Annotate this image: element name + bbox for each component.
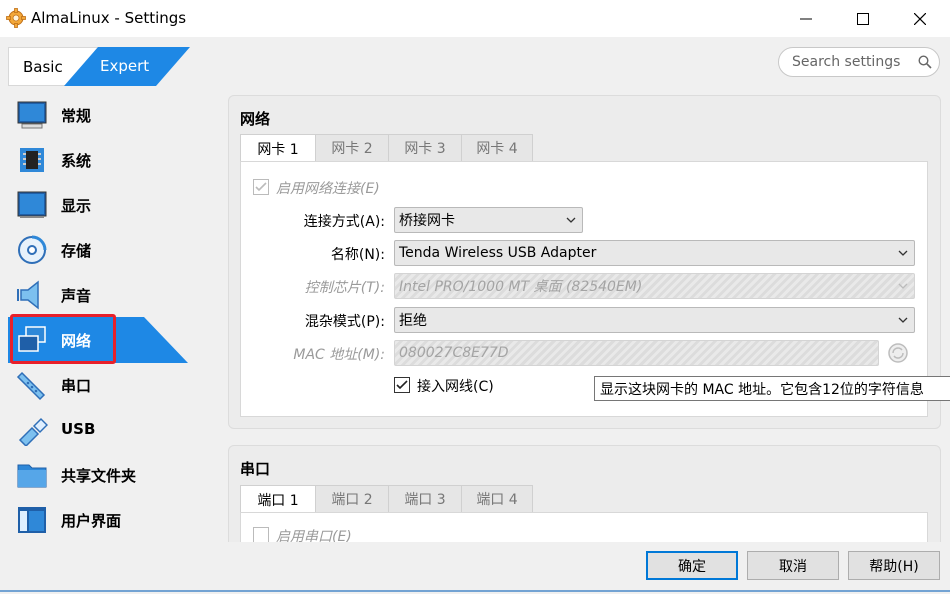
enable-serial-label: 启用串口(E) (276, 529, 352, 542)
sidebar-item-label: 网络 (61, 332, 92, 350)
sidebar-item-network[interactable]: 网络 (8, 314, 193, 364)
sidebar-item-audio[interactable]: 声音 (8, 272, 193, 317)
tab-port-3[interactable]: 端口 3 (388, 485, 462, 512)
search-icon (918, 55, 932, 69)
close-icon (914, 12, 926, 25)
search-input[interactable] (792, 53, 912, 71)
search-box[interactable] (778, 47, 940, 77)
sidebar-item-label: 共享文件夹 (61, 467, 137, 485)
mode-switch: Basic Expert (8, 47, 190, 86)
sidebar-item-label: 显示 (61, 197, 92, 215)
mac-tooltip: 显示这块网卡的 MAC 地址。它包含12位的字符信息 (594, 376, 950, 401)
settings-content: 网络 网卡 1 网卡 2 网卡 3 网卡 4 启用网络连接(E) 连接方式(A)… (201, 92, 950, 542)
window-title: AlmaLinux - Settings (31, 9, 187, 27)
minimize-icon (800, 18, 812, 19)
sidebar: 常规 系统 显示 存储 声音 网络 串口 USB 共享文件夹 用户界面 (8, 92, 193, 542)
enable-network-checkbox[interactable] (253, 179, 269, 195)
user-interface-icon (18, 507, 46, 533)
network-icon (18, 326, 46, 352)
sidebar-item-label: 声音 (61, 287, 92, 305)
tab-port-1[interactable]: 端口 1 (240, 485, 316, 513)
tab-adapter-4[interactable]: 网卡 4 (461, 134, 533, 161)
window-bottom-border (0, 590, 950, 592)
settings-window: AlmaLinux - Settings Basic Expert Search… (0, 0, 950, 594)
adapter-type-label: 控制芯片(T): (304, 280, 385, 296)
sidebar-item-serial[interactable]: 串口 (8, 362, 193, 407)
serial-port-icon (16, 371, 46, 401)
serial-tabs: 端口 1 端口 2 端口 3 端口 4 (240, 485, 540, 513)
chevron-down-icon (898, 283, 908, 289)
promiscuous-value: 拒绝 (399, 313, 427, 329)
maximize-icon (857, 12, 869, 25)
serial-group: 串口 端口 1 端口 2 端口 3 端口 4 启用串口(E) (228, 445, 941, 542)
display-icon (17, 191, 47, 218)
sidebar-item-label: 系统 (61, 152, 92, 170)
expert-mode-label: Expert (100, 57, 150, 75)
checkmark-icon (396, 380, 408, 390)
mac-input[interactable]: 080027C8E77D (394, 340, 879, 366)
chevron-down-icon (898, 250, 908, 256)
mac-label: MAC 地址(M): (293, 347, 385, 363)
ok-button[interactable]: 确定 (646, 551, 738, 580)
maximize-button[interactable] (840, 0, 886, 37)
attach-label: 连接方式(A): (303, 214, 385, 230)
cable-connected-label: 接入网线(C) (417, 379, 494, 395)
cancel-button[interactable]: 取消 (747, 551, 839, 580)
help-button[interactable]: 帮助(H) (848, 551, 940, 580)
minimize-button[interactable] (783, 0, 829, 37)
tab-adapter-1[interactable]: 网卡 1 (240, 134, 316, 162)
sidebar-item-storage[interactable]: 存储 (8, 227, 193, 272)
speaker-icon (17, 280, 39, 310)
tab-adapter-2[interactable]: 网卡 2 (315, 134, 389, 161)
usb-icon (18, 417, 48, 446)
virtualbox-gear-icon (6, 8, 26, 28)
promiscuous-select[interactable]: 拒绝 (394, 307, 915, 333)
chevron-down-icon (566, 217, 576, 223)
storage-disk-icon (18, 235, 47, 264)
sidebar-item-label: 常规 (61, 107, 92, 125)
sidebar-item-system[interactable]: 系统 (8, 137, 193, 182)
attach-value: 桥接网卡 (399, 213, 455, 229)
title-bar: AlmaLinux - Settings (0, 0, 950, 37)
port-1-pane: 启用串口(E) (240, 512, 928, 542)
checkmark-icon (255, 182, 267, 192)
attach-select[interactable]: 桥接网卡 (394, 207, 583, 233)
sidebar-item-user-interface[interactable]: 用户界面 (8, 497, 193, 542)
general-monitor-icon (17, 101, 47, 129)
name-label: 名称(N): (330, 247, 385, 263)
close-button[interactable] (897, 0, 943, 37)
mac-value: 080027C8E77D (399, 345, 509, 361)
cable-connected-checkbox[interactable] (394, 377, 410, 393)
adapter-type-value: Intel PRO/1000 MT 桌面 (82540EM) (399, 279, 643, 295)
refresh-mac-icon[interactable] (887, 342, 909, 364)
sidebar-item-label: USB (61, 420, 96, 438)
adapter-type-select[interactable]: Intel PRO/1000 MT 桌面 (82540EM) (394, 273, 915, 299)
adapter-tabs: 网卡 1 网卡 2 网卡 3 网卡 4 (240, 134, 540, 162)
sidebar-item-label: 串口 (61, 377, 92, 395)
sidebar-item-label: 用户界面 (61, 512, 122, 530)
name-value: Tenda Wireless USB Adapter (399, 245, 597, 261)
sidebar-item-usb[interactable]: USB (8, 407, 193, 452)
tab-adapter-3[interactable]: 网卡 3 (388, 134, 462, 161)
sidebar-item-label: 存储 (61, 242, 92, 260)
tab-port-4[interactable]: 端口 4 (461, 485, 533, 512)
promiscuous-label: 混杂模式(P): (304, 314, 385, 330)
sidebar-item-general[interactable]: 常规 (8, 92, 193, 137)
chevron-down-icon (898, 317, 908, 323)
tab-port-2[interactable]: 端口 2 (315, 485, 389, 512)
network-title: 网络 (240, 110, 271, 128)
serial-title: 串口 (240, 460, 271, 478)
enable-serial-checkbox[interactable] (253, 527, 269, 542)
enable-network-label: 启用网络连接(E) (276, 181, 380, 197)
basic-mode-label: Basic (23, 57, 63, 76)
sidebar-item-display[interactable]: 显示 (8, 182, 193, 227)
name-select[interactable]: Tenda Wireless USB Adapter (394, 240, 915, 266)
shared-folder-icon (17, 464, 47, 488)
chip-icon (20, 148, 44, 172)
sidebar-item-shared-folders[interactable]: 共享文件夹 (8, 452, 193, 497)
